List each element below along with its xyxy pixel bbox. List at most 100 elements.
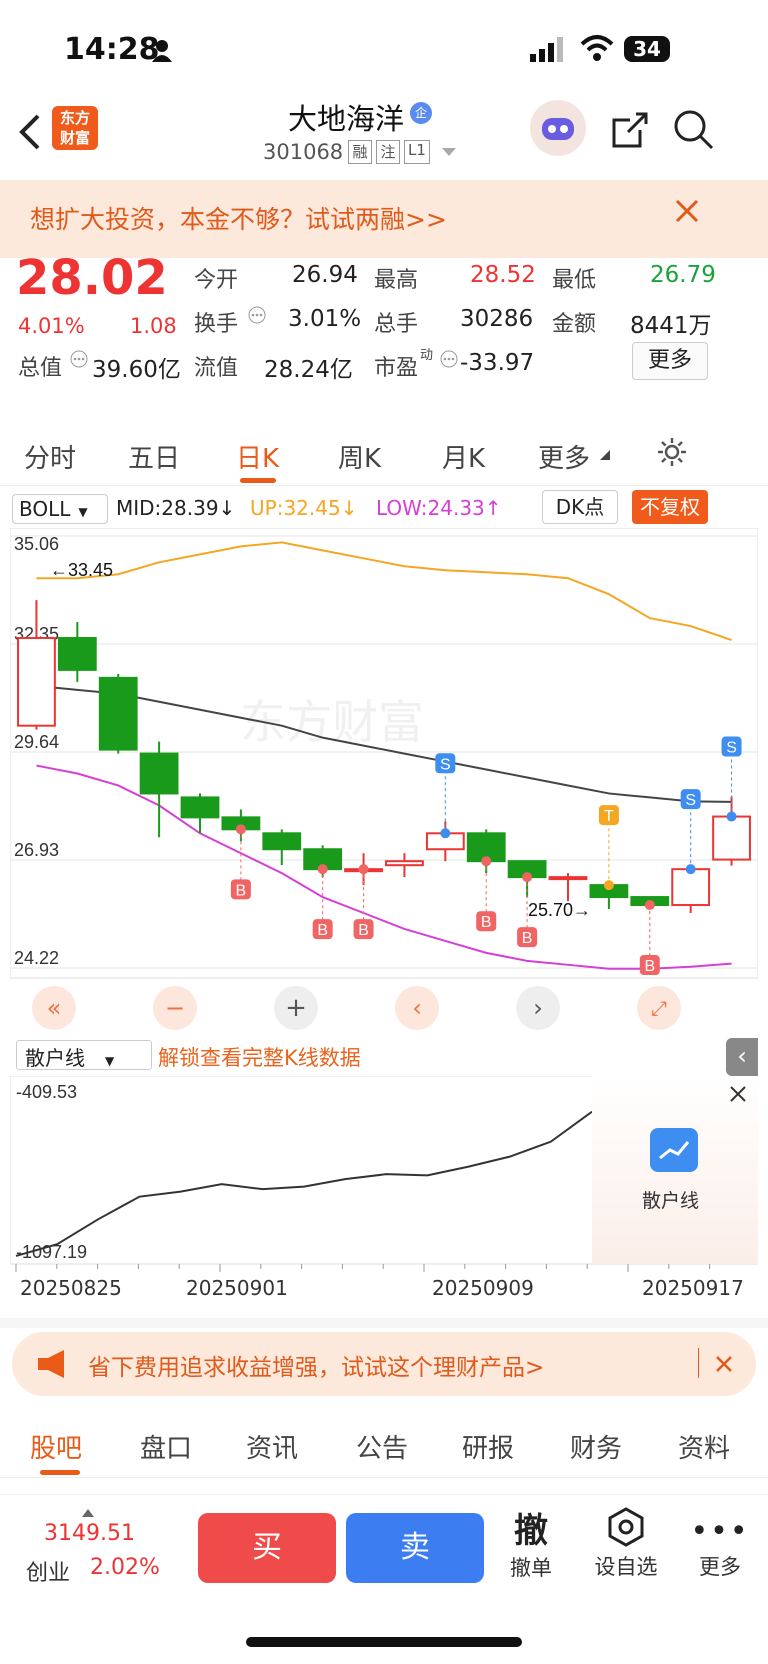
dropdown-icon[interactable] <box>442 148 456 158</box>
ad-text: 省下费用追求收益增强，试试这个理财产品> <box>88 1355 545 1381</box>
content-tabs: 股吧 盘口 资讯 公告 研报 财务 资料 <box>0 1408 768 1478</box>
info-icon[interactable] <box>70 350 88 368</box>
tab-news[interactable]: 资讯 <box>246 1428 298 1465</box>
signal-label: B <box>236 882 247 899</box>
close-icon[interactable] <box>674 198 700 224</box>
signal-label: T <box>604 808 614 825</box>
tab-five-day[interactable]: 五日 <box>128 438 180 475</box>
kline-chart[interactable]: 35.0632.3529.6426.9324.22东方财富BB BSBBTBSS←… <box>10 528 758 1048</box>
cancel-order-button[interactable]: 撤 撤单 <box>500 1503 562 1582</box>
tab-monthly-k[interactable]: 月K <box>442 438 485 475</box>
fullscreen-icon[interactable]: ⤢ <box>637 986 681 1030</box>
divider <box>0 1318 768 1328</box>
gear-icon[interactable] <box>656 436 688 468</box>
assistant-avatar[interactable] <box>530 100 586 156</box>
tab-financials[interactable]: 财务 <box>570 1428 622 1465</box>
status-bar: 14:28 34 <box>0 0 768 100</box>
chart-tabs: 分时 五日 日K 周K 月K 更多 <box>0 420 768 486</box>
close-icon[interactable] <box>728 1084 748 1104</box>
signal-dot <box>481 856 492 867</box>
tab-guba[interactable]: 股吧 <box>30 1428 82 1465</box>
zoom-out-icon[interactable]: − <box>153 986 197 1030</box>
stock-code: 301068 <box>263 140 344 164</box>
candle-body <box>712 815 751 861</box>
search-icon[interactable] <box>672 108 716 152</box>
level-tag: L1 <box>404 140 430 164</box>
open-value: 26.94 <box>292 262 358 288</box>
tab-daily-k[interactable]: 日K <box>236 438 279 475</box>
y-tick-label: 29.64 <box>14 732 59 752</box>
sub-indicator-select[interactable]: 散户线 ▼ <box>16 1040 152 1070</box>
tab-announcements[interactable]: 公告 <box>356 1428 408 1465</box>
add-watchlist-button[interactable]: 设自选 <box>588 1507 664 1581</box>
person-icon <box>152 40 172 62</box>
signal-label: S <box>726 740 737 757</box>
dk-point-button[interactable]: DK点 <box>542 490 618 524</box>
wifi-icon <box>580 35 614 61</box>
tab-weekly-k[interactable]: 周K <box>338 438 381 475</box>
stock-name: 大地海洋 <box>288 102 405 136</box>
more-button[interactable]: 更多 <box>632 342 708 380</box>
close-icon[interactable] <box>714 1354 734 1374</box>
rewind-icon[interactable]: « <box>32 986 76 1030</box>
tab-orderbook[interactable]: 盘口 <box>140 1428 192 1465</box>
share-icon[interactable] <box>610 110 650 150</box>
y-tick-label: 26.93 <box>14 840 59 860</box>
back-icon[interactable] <box>18 112 42 152</box>
hexagon-icon <box>608 1507 644 1547</box>
tab-research[interactable]: 研报 <box>462 1428 514 1465</box>
tab-intraday[interactable]: 分时 <box>24 438 76 475</box>
indicator-bar: BOLL ▼ MID:28.39↓ UP:32.45↓ LOW:24.33↑ DK… <box>10 488 758 528</box>
tab-profile[interactable]: 资料 <box>678 1428 730 1465</box>
more-menu-button[interactable]: ••• 更多 <box>690 1517 750 1581</box>
high-label: 最高 <box>374 268 419 293</box>
dropdown-arrow-icon: ▼ <box>105 1054 115 1068</box>
low-value: 26.79 <box>650 262 716 288</box>
mcap-label: 总值 <box>18 356 63 381</box>
trade-bar: 3149.51 创业 2.02% 买 卖 撤 撤单 设自选 ••• 更多 <box>0 1494 768 1664</box>
adjust-button[interactable]: 不复权 <box>632 490 708 524</box>
signal-icon <box>530 37 563 62</box>
cancel-label: 撤单 <box>510 1556 552 1580</box>
change-percent: 4.01% <box>18 314 85 338</box>
open-label: 今开 <box>194 268 239 293</box>
finance-ad[interactable]: 省下费用追求收益增强，试试这个理财产品> <box>12 1332 756 1396</box>
zoom-in-icon[interactable]: + <box>274 986 318 1030</box>
volume-label: 总手 <box>374 312 419 337</box>
signal-label: B <box>358 922 369 939</box>
boll-up: UP:32.45↓ <box>250 496 358 520</box>
info-icon[interactable] <box>248 306 266 324</box>
sub-y-bottom: -1097.19 <box>16 1242 87 1262</box>
collapse-icon[interactable]: ‹ <box>726 1038 758 1076</box>
unlock-link[interactable]: 解锁查看完整K线数据 <box>158 1042 361 1072</box>
margin-tag: 融 <box>348 140 372 164</box>
home-indicator <box>246 1637 522 1647</box>
logo-text-1: 东方 <box>59 109 90 127</box>
battery-level: 34 <box>633 37 661 61</box>
chart-frame <box>10 528 758 979</box>
high-value: 28.52 <box>470 262 536 288</box>
mcap-value: 39.60亿 <box>92 357 181 383</box>
candle-body <box>180 796 220 819</box>
banner-text: 想扩大投资，本金不够？试试两融>> <box>30 205 447 234</box>
buy-button[interactable]: 买 <box>198 1513 336 1583</box>
tab-more[interactable]: 更多 <box>538 438 590 475</box>
expand-icon[interactable] <box>82 1509 94 1517</box>
signal-dot <box>440 828 451 839</box>
sell-button[interactable]: 卖 <box>346 1513 484 1583</box>
next-icon[interactable]: › <box>516 986 560 1030</box>
app-logo[interactable]: 东方 财富 <box>52 106 98 150</box>
more-dots-icon: ••• <box>690 1514 750 1549</box>
signal-label: B <box>644 958 655 975</box>
prev-icon[interactable]: ‹ <box>395 986 439 1030</box>
signal-label: S <box>685 792 696 809</box>
retail-line-card[interactable]: 散户线 <box>592 1076 758 1264</box>
corner-arrow-icon <box>600 450 610 460</box>
indicator-select[interactable]: BOLL ▼ <box>12 494 108 524</box>
stock-header: 东方 财富 大地海洋 企 301068 融 注 L1 <box>0 100 768 180</box>
amount-label: 金额 <box>552 312 597 337</box>
info-icon[interactable] <box>440 350 458 368</box>
retail-line-label: 散户线 <box>642 1190 700 1212</box>
margin-banner[interactable]: 想扩大投资，本金不够？试试两融>> <box>0 180 768 258</box>
signal-label: S <box>440 756 451 773</box>
